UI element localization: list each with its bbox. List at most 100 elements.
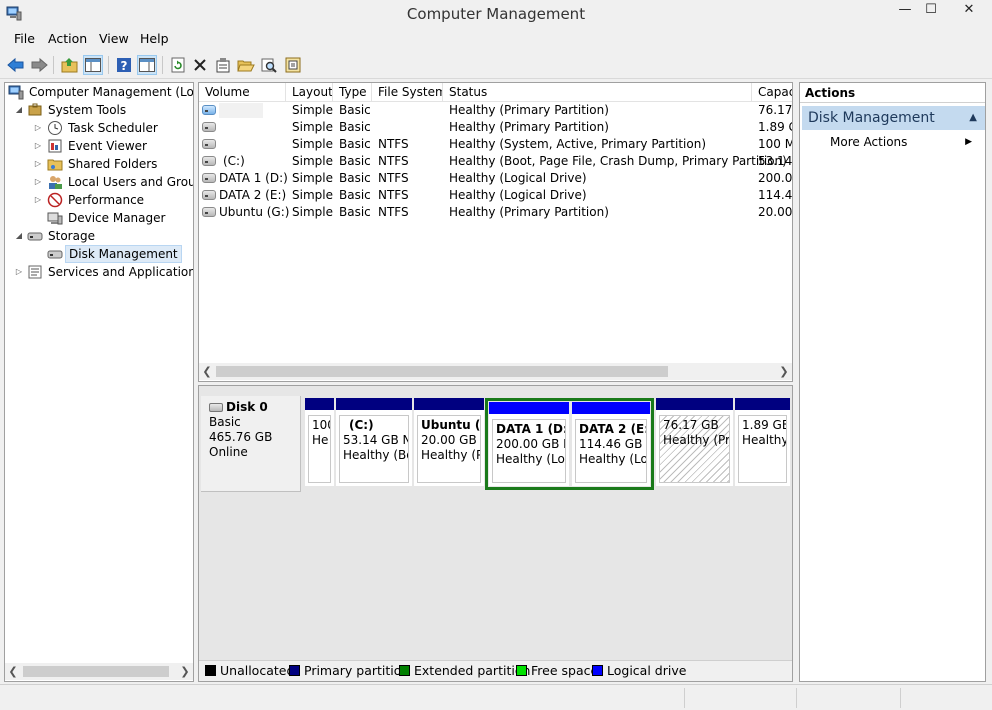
- scrollbar-thumb[interactable]: [216, 366, 668, 377]
- expand-icon[interactable]: ▷: [33, 119, 43, 137]
- partition-name: (C:): [349, 418, 374, 432]
- partition-block[interactable]: DATA 1 (D:) 200.00 GB N Healthy (Log: [489, 402, 569, 486]
- volume-layout: Simple: [292, 205, 333, 219]
- volume-status: Healthy (System, Active, Primary Partiti…: [449, 137, 707, 151]
- column-header-volume[interactable]: Volume: [199, 83, 286, 102]
- users-icon: [49, 176, 62, 189]
- computer-management-icon: [8, 85, 24, 100]
- volume-capacity: 100 MB: [758, 137, 792, 151]
- tree-label: Performance: [68, 193, 145, 207]
- partition-status: Healthy (P: [421, 448, 481, 462]
- legend-swatch-logical-drive: [592, 665, 603, 676]
- show-hide-tree-icon[interactable]: [83, 55, 103, 75]
- partition-block[interactable]: DATA 2 (E:) 114.46 GB N Healthy (Lo: [572, 402, 650, 486]
- up-folder-icon[interactable]: [60, 55, 80, 75]
- volume-row[interactable]: Ubuntu (G:) Simple Basic NTFS Healthy (P…: [199, 204, 792, 221]
- legend-label: Extended partition: [414, 663, 531, 678]
- column-header-file-system[interactable]: File System: [372, 83, 443, 102]
- menu-help[interactable]: Help: [140, 31, 169, 46]
- expand-icon[interactable]: ▷: [33, 173, 43, 191]
- partition-color-bar: [489, 402, 569, 414]
- volume-layout: Simple: [292, 103, 333, 117]
- partition-block[interactable]: (C:) 53.14 GB NT Healthy (Bo: [336, 398, 412, 486]
- event-viewer-icon: [48, 139, 62, 153]
- volume-name: DATA 2 (E:): [219, 188, 287, 202]
- search-disk-icon[interactable]: [259, 55, 279, 75]
- menu-file[interactable]: File: [14, 31, 35, 46]
- actions-group-label: Disk Management: [808, 110, 935, 126]
- forward-arrow-icon[interactable]: [29, 55, 49, 75]
- actions-group-disk-management[interactable]: Disk Management ▲: [802, 106, 985, 130]
- partition-block[interactable]: Ubuntu ( 20.00 GB N Healthy (P: [414, 398, 484, 486]
- expand-icon[interactable]: ▷: [33, 191, 43, 209]
- column-header-status[interactable]: Status: [443, 83, 752, 102]
- toolbar-separator: [108, 56, 109, 74]
- show-hide-action-pane-icon[interactable]: [137, 55, 157, 75]
- window-title: Computer Management: [406, 5, 586, 23]
- collapse-icon[interactable]: ◢: [14, 227, 24, 245]
- scroll-right-icon[interactable]: ❯: [177, 663, 193, 680]
- open-folder-icon[interactable]: [236, 55, 256, 75]
- volume-horizontal-scrollbar[interactable]: ❮ ❯: [199, 363, 792, 380]
- back-arrow-icon[interactable]: [6, 55, 26, 75]
- more-actions-item[interactable]: More Actions ▶: [830, 133, 980, 151]
- volume-type: Basic: [339, 137, 371, 151]
- partition-status: Healthy (Lo: [579, 452, 647, 466]
- maximize-button[interactable]: ☐: [916, 0, 946, 22]
- tree-horizontal-scrollbar[interactable]: ❮ ❯: [5, 663, 193, 680]
- volume-row[interactable]: Simple Basic Healthy (Primary Partition)…: [199, 119, 792, 136]
- partition-status: Healthy (Log: [496, 452, 566, 466]
- column-header-layout[interactable]: Layout: [286, 83, 333, 102]
- status-bar: [0, 684, 992, 710]
- partition-block[interactable]: 1.89 GB Healthy: [735, 398, 790, 486]
- expand-icon[interactable]: ▷: [33, 137, 43, 155]
- scroll-right-icon[interactable]: ❯: [776, 363, 792, 380]
- properties-icon[interactable]: [213, 55, 233, 75]
- drive-icon: [202, 105, 216, 115]
- disk-info-panel[interactable]: Disk 0 Basic 465.76 GB Online: [201, 396, 301, 492]
- column-header-type[interactable]: Type: [333, 83, 372, 102]
- volume-fs: NTFS: [378, 205, 409, 219]
- drive-icon: [202, 139, 216, 149]
- menu-view[interactable]: View: [99, 31, 129, 46]
- menu-action[interactable]: Action: [48, 31, 87, 46]
- expand-icon[interactable]: ▷: [33, 155, 43, 173]
- menu-bar: File Action View Help: [0, 28, 992, 50]
- partition-details: (C:) 53.14 GB NT Healthy (Bo: [339, 415, 409, 483]
- drive-icon: [202, 207, 216, 217]
- volume-capacity: 20.00 G: [758, 205, 793, 219]
- volume-row[interactable]: (C:) Simple Basic NTFS Healthy (Boot, Pa…: [199, 153, 792, 170]
- refresh-icon[interactable]: [168, 55, 188, 75]
- column-header-capacity[interactable]: Capaci: [752, 83, 792, 102]
- close-button[interactable]: ✕: [946, 0, 992, 22]
- legend-swatch-unallocated: [205, 665, 216, 676]
- volume-row[interactable]: Simple Basic NTFS Healthy (System, Activ…: [199, 136, 792, 153]
- expand-icon[interactable]: ▷: [14, 263, 24, 281]
- volume-status: Healthy (Primary Partition): [449, 120, 609, 134]
- legend-swatch-extended: [399, 665, 410, 676]
- scrollbar-thumb[interactable]: [23, 666, 169, 677]
- scroll-left-icon[interactable]: ❮: [5, 663, 21, 680]
- legend-label: Free space: [531, 663, 599, 678]
- delete-icon[interactable]: [190, 55, 210, 75]
- scroll-left-icon[interactable]: ❮: [199, 363, 215, 380]
- volume-type: Basic: [339, 103, 371, 117]
- help-icon[interactable]: ?: [114, 55, 134, 75]
- volume-status: Healthy (Primary Partition): [449, 103, 609, 117]
- wizard-icon[interactable]: [283, 55, 303, 75]
- partition-size: 20.00 GB N: [421, 433, 480, 447]
- legend-swatch-primary: [289, 665, 300, 676]
- partition-block[interactable]: 100 He: [305, 398, 334, 486]
- partition-details: DATA 2 (E:) 114.46 GB N Healthy (Lo: [575, 419, 647, 483]
- volume-row[interactable]: DATA 1 (D:) Simple Basic NTFS Healthy (L…: [199, 170, 792, 187]
- collapse-icon[interactable]: ◢: [14, 101, 24, 119]
- partition-color-bar: [305, 398, 334, 410]
- partition-block[interactable]: 76.17 GB Healthy (Pri: [656, 398, 733, 486]
- tree-label: System Tools: [48, 103, 127, 117]
- volume-row[interactable]: Simple Basic Healthy (Primary Partition)…: [199, 102, 792, 119]
- volume-row[interactable]: DATA 2 (E:) Simple Basic NTFS Healthy (L…: [199, 187, 792, 204]
- volume-capacity: 1.89 GI: [758, 120, 792, 134]
- collapse-up-icon[interactable]: ▲: [969, 106, 977, 130]
- partition-details: 76.17 GB Healthy (Pri: [659, 415, 730, 483]
- volume-fs: NTFS: [378, 154, 409, 168]
